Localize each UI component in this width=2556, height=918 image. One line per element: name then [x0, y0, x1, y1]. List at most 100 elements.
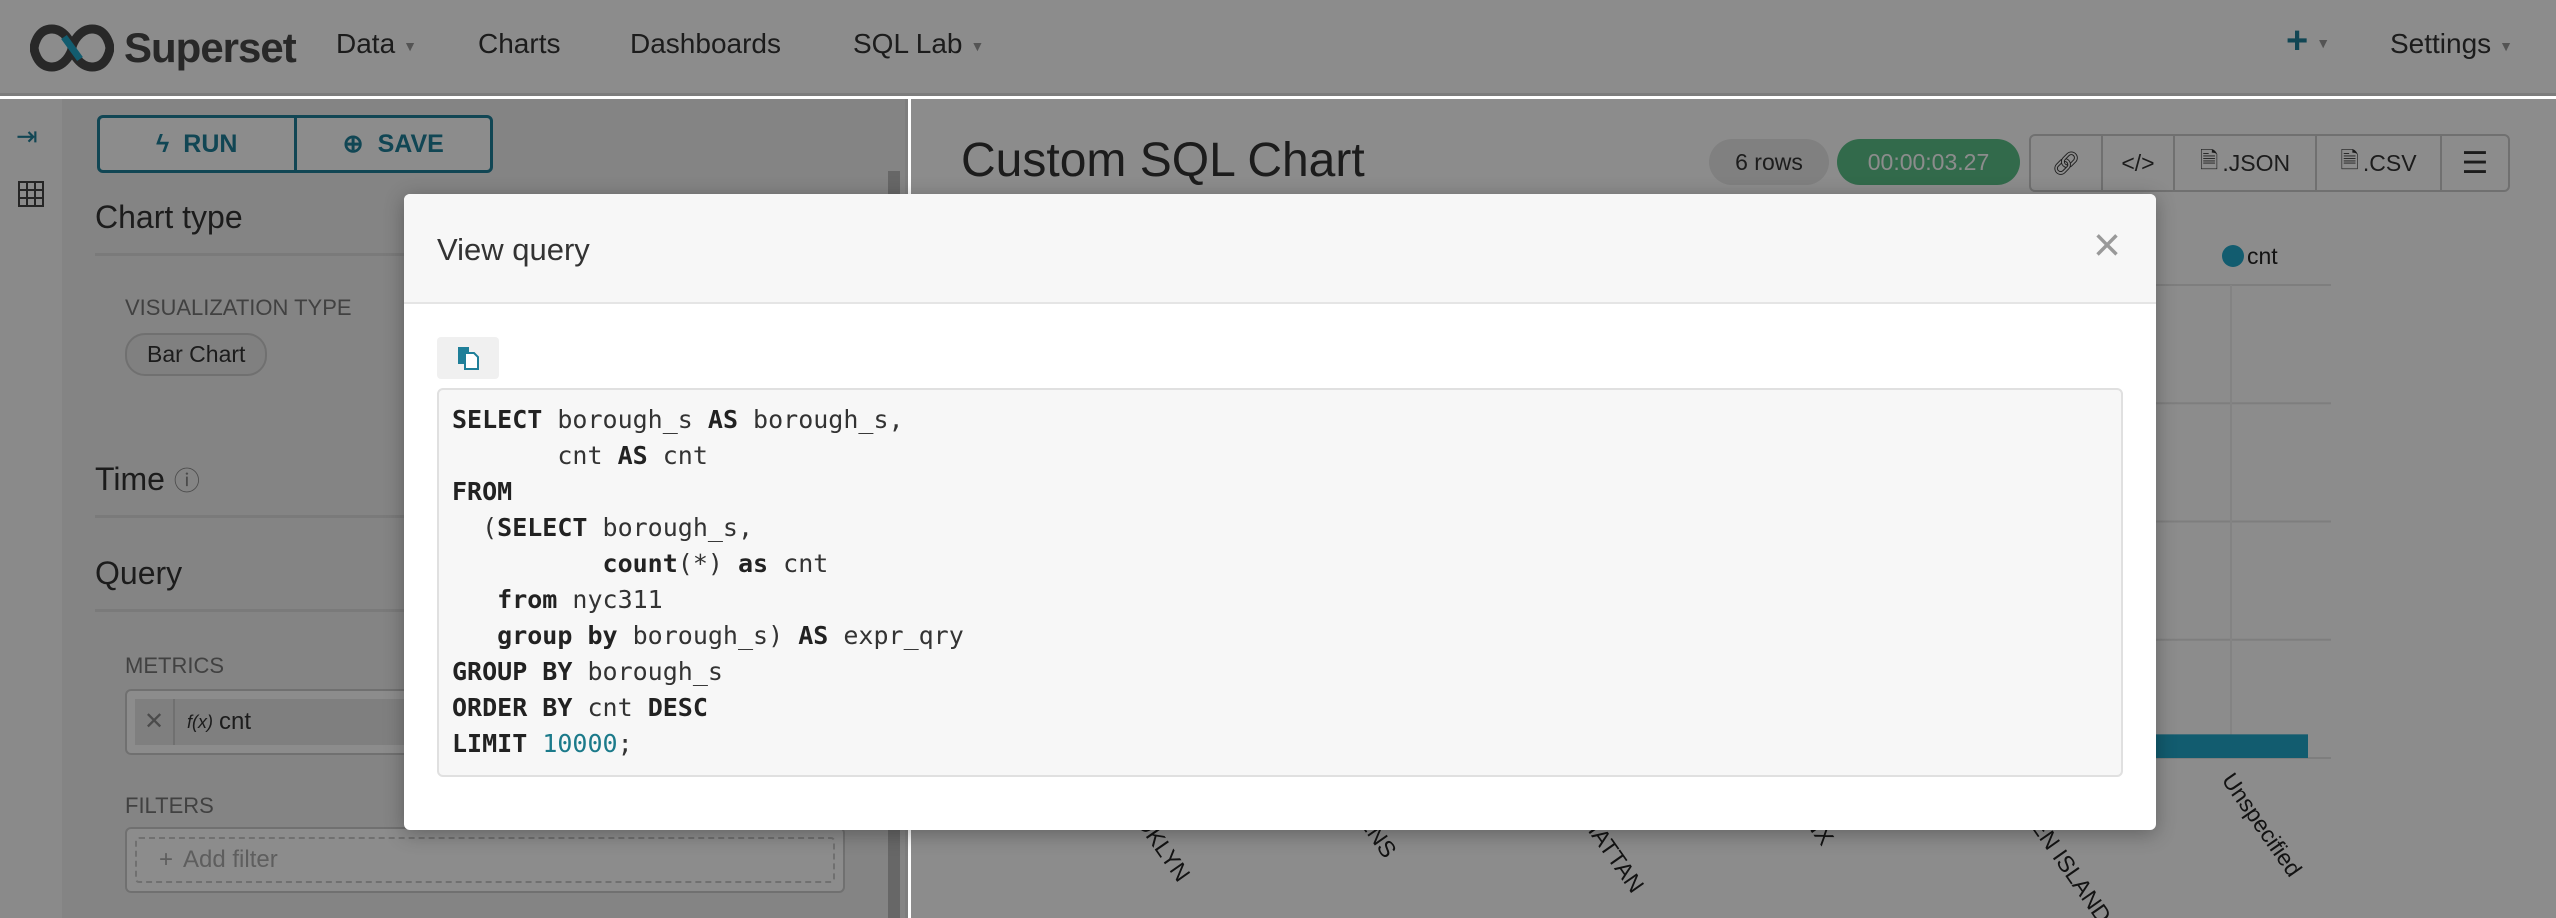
sql-keyword: AS [798, 621, 829, 650]
grid-icon[interactable] [18, 181, 44, 207]
sql-keyword: AS [707, 405, 738, 434]
save-label: SAVE [377, 129, 444, 158]
sql-keyword: as [738, 549, 769, 578]
caret-down-icon: ▼ [2316, 34, 2331, 51]
code-line: SELECT borough_s AS borough_s, [452, 402, 2108, 438]
sql-text: borough_s, [738, 405, 904, 434]
sql-keyword: count [602, 549, 678, 578]
run-save-group: ϟ RUN ⊕ SAVE [97, 115, 493, 173]
sql-text: borough_s, [587, 513, 754, 542]
plus-icon: + [159, 846, 174, 873]
sidebar-icon-column: ⇥ [0, 99, 62, 918]
sql-keyword: FROM [452, 477, 513, 506]
sql-keyword: LIMIT [452, 729, 528, 758]
caret-down-icon: ▼ [2499, 37, 2514, 54]
copy-icon [458, 347, 479, 370]
nav-sql-lab-label: SQL Lab [853, 28, 963, 59]
x-tick-label: Unspecified [2217, 768, 2307, 881]
sql-text: cnt [647, 441, 708, 470]
filters-field: + Add filter [125, 827, 845, 893]
code-line: LIMIT 10000; [452, 726, 2108, 762]
sql-keyword: DESC [647, 693, 708, 722]
nav-dashboards[interactable]: Dashboards [630, 28, 781, 60]
add-filter-label: Add filter [183, 846, 278, 873]
settings-label: Settings [2390, 28, 2492, 59]
metric-tag[interactable]: ✕ f(x) cnt [135, 699, 435, 745]
plus-circle-icon: ⊕ [342, 130, 364, 158]
copy-to-clipboard-button[interactable] [437, 337, 499, 379]
nav-dashboards-label: Dashboards [630, 28, 781, 59]
sql-text: borough_s [542, 405, 708, 434]
legend-marker [2222, 245, 2244, 267]
code-line: count(*) as cnt [452, 546, 2108, 582]
modal-title: View query [437, 232, 590, 267]
add-filter-button[interactable]: + Add filter [135, 837, 835, 883]
code-line: cnt AS cnt [452, 438, 2108, 474]
bar [2155, 734, 2308, 758]
nav-data-label: Data [336, 28, 396, 59]
nav-data[interactable]: Data ▼ [336, 28, 417, 60]
sql-text: ; [617, 729, 633, 758]
sql-keyword: GROUP BY [452, 657, 573, 686]
sql-text: cnt [452, 441, 618, 470]
info-icon[interactable]: ⓘ [174, 466, 200, 496]
caret-down-icon: ▼ [970, 37, 985, 54]
sql-keyword: from [497, 585, 558, 614]
sql-query-code[interactable]: SELECT borough_s AS borough_s, cnt AS cn… [437, 388, 2123, 777]
modal-header: View query × [404, 194, 2156, 304]
run-button[interactable]: ϟ RUN [100, 118, 297, 170]
nav-charts-label: Charts [478, 28, 561, 59]
add-new-button[interactable]: + ▼ [2286, 20, 2330, 63]
run-label: RUN [183, 129, 238, 158]
plus-icon: + [2286, 20, 2309, 62]
sql-text: nyc311 [557, 585, 663, 614]
nav-settings[interactable]: Settings ▼ [2390, 28, 2513, 60]
sql-text: (*) [677, 549, 738, 578]
save-button[interactable]: ⊕ SAVE [297, 118, 491, 170]
sql-keyword: SELECT [452, 405, 543, 434]
time-heading[interactable]: Time ⓘ [95, 461, 200, 498]
nav-sql-lab[interactable]: SQL Lab ▼ [853, 28, 984, 60]
code-line: from nyc311 [452, 582, 2108, 618]
sql-text: borough_s) [617, 621, 799, 650]
sql-text: expr_qry [828, 621, 964, 650]
caret-down-icon: ▼ [403, 37, 418, 54]
superset-logo[interactable]: Superset [30, 20, 297, 76]
infinity-logo-icon [30, 24, 114, 72]
remove-icon[interactable]: ✕ [135, 699, 175, 745]
chart-type-heading[interactable]: Chart type [95, 199, 243, 236]
function-icon: f(x) [187, 711, 213, 732]
metric-name: cnt [219, 708, 252, 735]
filters-label: FILTERS [125, 793, 214, 818]
sql-keyword: group by [497, 621, 618, 650]
code-line: ORDER BY cnt DESC [452, 690, 2108, 726]
metrics-label: METRICS [125, 653, 224, 678]
brand-name: Superset [124, 24, 297, 71]
bolt-icon: ϟ [156, 129, 170, 158]
nav-charts[interactable]: Charts [478, 28, 560, 60]
collapse-icon[interactable]: ⇥ [16, 121, 38, 152]
navbar: Superset Data ▼ Charts Dashboards SQL Lab… [0, 0, 2556, 96]
sql-keyword: ORDER BY [452, 693, 573, 722]
view-query-modal: View query × SELECT borough_s AS borough… [404, 194, 2156, 830]
sql-text: ( [452, 513, 498, 542]
visualization-type-select[interactable]: Bar Chart [125, 333, 268, 376]
code-line: group by borough_s) AS expr_qry [452, 618, 2108, 654]
time-heading-label: Time [95, 461, 165, 497]
sql-keyword: SELECT [497, 513, 588, 542]
sql-number: 10000 [542, 729, 618, 758]
visualization-type-label: VISUALIZATION TYPE [125, 295, 352, 320]
legend-label: cnt [2247, 243, 2278, 269]
sql-text: cnt [768, 549, 829, 578]
code-line: FROM [452, 474, 2108, 510]
code-line: GROUP BY borough_s [452, 654, 2108, 690]
close-icon[interactable]: × [2093, 222, 2121, 270]
sql-keyword: AS [617, 441, 648, 470]
query-heading[interactable]: Query [95, 555, 182, 592]
sql-text: cnt [572, 693, 648, 722]
sql-text: borough_s [572, 657, 723, 686]
code-line: (SELECT borough_s, [452, 510, 2108, 546]
